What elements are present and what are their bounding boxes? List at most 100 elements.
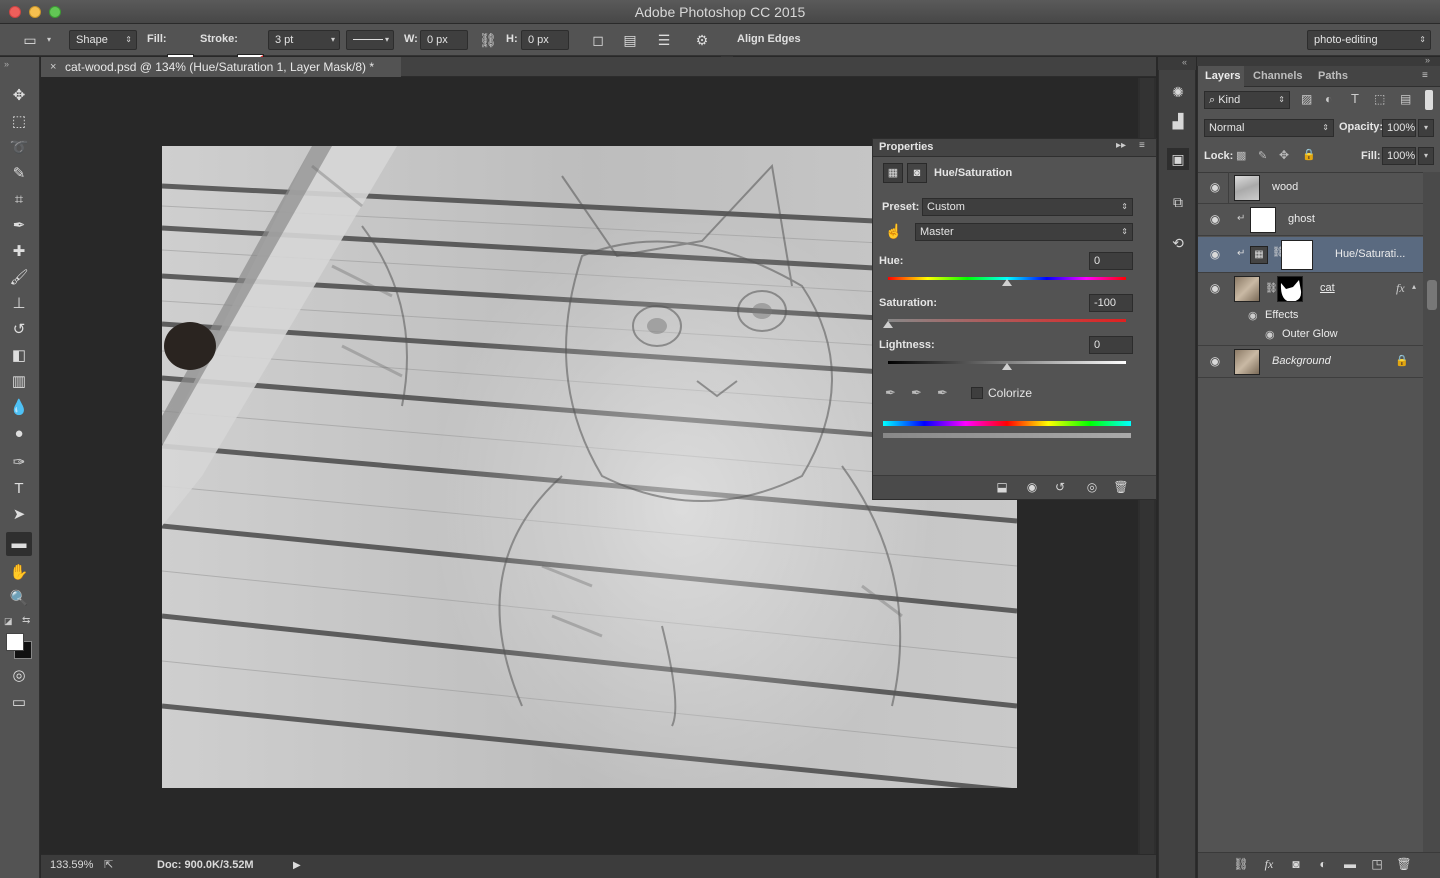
panel-menu-icon[interactable]: ≡ xyxy=(1139,140,1145,151)
add-layer-style-icon[interactable]: fx xyxy=(1260,857,1278,873)
fx-icon[interactable]: fx xyxy=(1396,281,1405,296)
history-brush-tool-icon[interactable]: ↺ xyxy=(6,318,32,342)
eyedropper-minus-icon[interactable]: ✒ xyxy=(937,385,948,401)
clip-to-layer-icon[interactable]: ⬓ xyxy=(993,480,1011,496)
hue-slider-thumb[interactable] xyxy=(1002,279,1012,286)
collapse-arrows-icon[interactable]: » xyxy=(4,59,9,69)
lock-image-icon[interactable]: ✎ xyxy=(1258,149,1267,162)
eye-icon[interactable]: ◉ xyxy=(1207,281,1223,297)
collapse-arrows-icon[interactable]: « xyxy=(1182,57,1187,67)
preset-select[interactable]: Custom ⇕ xyxy=(922,198,1133,216)
screen-mode-icon[interactable]: ▭ xyxy=(6,691,32,715)
eyedropper-tool-icon[interactable]: ✒ xyxy=(6,214,32,238)
eye-icon[interactable]: ◉ xyxy=(1207,212,1223,228)
quick-mask-icon[interactable]: ◎ xyxy=(6,664,32,688)
marquee-tool-icon[interactable]: ⬚ xyxy=(6,110,32,134)
new-group-icon[interactable]: ▬ xyxy=(1341,857,1359,873)
rectangle-tool-preset-icon[interactable]: ▭ xyxy=(20,30,40,50)
zoom-tool-icon[interactable]: 🔍 xyxy=(6,587,32,611)
eyedropper-plus-icon[interactable]: ✒ xyxy=(911,385,922,401)
collapse-panel-icon[interactable]: ▸▸ xyxy=(1116,140,1126,151)
collapse-arrows-icon[interactable]: » xyxy=(1425,55,1430,65)
hand-tool-icon[interactable]: ✋ xyxy=(6,561,32,585)
workspace-select[interactable]: photo-editing ⇕ xyxy=(1307,30,1431,50)
link-icon[interactable]: ⛓ xyxy=(1265,283,1278,294)
gradient-tool-icon[interactable]: ▥ xyxy=(6,370,32,394)
targeted-adjustment-hand-icon[interactable]: ☝ xyxy=(883,223,905,245)
crop-tool-icon[interactable]: ⌗ xyxy=(6,188,32,212)
layer-row-wood[interactable]: ◉ wood xyxy=(1198,172,1423,204)
eye-icon[interactable]: ◉ xyxy=(1207,354,1223,370)
dodge-tool-icon[interactable]: ● xyxy=(6,422,32,446)
hue-value-field[interactable]: 0 xyxy=(1089,252,1133,270)
link-layers-icon[interactable]: ⛓ xyxy=(1232,857,1250,873)
path-alignment-icon[interactable]: ▤ xyxy=(620,30,640,50)
tab-layers[interactable]: Layers xyxy=(1205,70,1240,82)
layer-name[interactable]: ghost xyxy=(1288,213,1315,225)
layer-mask-icon[interactable]: ◙ xyxy=(907,163,927,183)
chevron-down-icon[interactable]: ▾ xyxy=(47,35,51,44)
filter-shape-icon[interactable]: ⬚ xyxy=(1374,92,1385,106)
lock-position-icon[interactable]: ✥ xyxy=(1279,148,1289,162)
pen-tool-icon[interactable]: ✑ xyxy=(6,451,32,475)
type-tool-icon[interactable]: T xyxy=(6,477,32,501)
status-menu-arrow-icon[interactable]: ▶ xyxy=(293,860,301,871)
chevron-down-icon[interactable]: ▾ xyxy=(1418,119,1434,137)
link-icon[interactable]: ⛓ xyxy=(478,30,498,50)
eraser-tool-icon[interactable]: ◧ xyxy=(6,344,32,368)
new-layer-icon[interactable]: ◳ xyxy=(1368,857,1386,873)
trash-icon[interactable]: 🗑 xyxy=(1395,857,1413,873)
stroke-type-select[interactable]: ▾ xyxy=(346,30,394,50)
rectangle-tool-icon[interactable]: ▬ xyxy=(6,532,32,556)
layer-row-ghost[interactable]: ◉ ↵ ghost xyxy=(1198,204,1423,236)
saturation-slider-thumb[interactable] xyxy=(883,321,893,328)
trash-icon[interactable]: 🗑 xyxy=(1112,480,1130,496)
channel-select[interactable]: Master ⇕ xyxy=(915,223,1133,241)
eye-icon[interactable]: ◉ xyxy=(1207,247,1223,263)
opacity-field[interactable]: 100% xyxy=(1382,119,1416,137)
chevron-down-icon[interactable]: ▾ xyxy=(1418,147,1434,165)
layer-mask-thumbnail[interactable] xyxy=(1277,276,1303,302)
default-colors-icon[interactable]: ◪ xyxy=(4,616,13,627)
swap-colors-icon[interactable]: ⇆ xyxy=(22,615,30,626)
chevron-up-icon[interactable]: ▴ xyxy=(1412,282,1416,291)
add-mask-icon[interactable]: ◙ xyxy=(1287,857,1305,873)
blur-tool-icon[interactable]: 💧 xyxy=(6,396,32,420)
tab-channels[interactable]: Channels xyxy=(1253,70,1303,82)
tab-paths[interactable]: Paths xyxy=(1318,70,1348,82)
toggle-visibility-icon[interactable]: ◎ xyxy=(1083,480,1101,496)
filter-toggle-switch[interactable] xyxy=(1425,90,1433,110)
document-tab[interactable]: × cat-wood.psd @ 134% (Hue/Saturation 1,… xyxy=(41,57,401,77)
lasso-tool-icon[interactable]: ➰ xyxy=(6,136,32,160)
shape-mode-select[interactable]: Shape ⇕ xyxy=(69,30,137,50)
blend-mode-select[interactable]: Normal ⇕ xyxy=(1204,119,1334,137)
view-previous-state-icon[interactable]: ◉ xyxy=(1023,480,1041,496)
layers-scrollbar[interactable] xyxy=(1423,172,1440,852)
layers-scrollbar-thumb[interactable] xyxy=(1427,280,1437,310)
filter-adjustment-icon[interactable]: ◐ xyxy=(1325,92,1332,106)
width-field[interactable]: 0 px xyxy=(420,30,468,50)
effects-row[interactable]: ◉ Effects xyxy=(1198,307,1423,326)
path-operations-icon[interactable]: ◻ xyxy=(588,30,608,50)
gear-icon[interactable]: ⚙ xyxy=(692,30,712,50)
paths-icon[interactable]: ⧉ xyxy=(1167,191,1189,213)
height-field[interactable]: 0 px xyxy=(521,30,569,50)
healing-brush-tool-icon[interactable]: ✚ xyxy=(6,240,32,264)
reset-icon[interactable]: ↺ xyxy=(1051,480,1069,496)
filter-pixel-icon[interactable]: ▨ xyxy=(1301,92,1312,106)
saturation-slider-track[interactable] xyxy=(888,319,1126,322)
adjustment-layer-icon[interactable]: ▦ xyxy=(883,163,903,183)
layer-name[interactable]: wood xyxy=(1272,181,1298,193)
foreground-color-swatch[interactable] xyxy=(6,633,24,651)
layer-name[interactable]: cat xyxy=(1320,282,1335,294)
move-tool-icon[interactable]: ✥ xyxy=(6,84,32,108)
path-selection-tool-icon[interactable]: ➤ xyxy=(6,503,32,527)
lock-transparent-icon[interactable]: ▩ xyxy=(1236,149,1246,162)
filter-smart-object-icon[interactable]: ▤ xyxy=(1400,92,1411,106)
eye-icon[interactable]: ◉ xyxy=(1207,180,1223,196)
layer-mask-thumbnail[interactable] xyxy=(1281,240,1313,270)
navigator-icon[interactable]: ✺ xyxy=(1167,81,1189,103)
colorize-checkbox[interactable] xyxy=(971,387,983,399)
layer-row-background[interactable]: ◉ Background 🔒 xyxy=(1198,346,1423,378)
lightness-slider-thumb[interactable] xyxy=(1002,363,1012,370)
